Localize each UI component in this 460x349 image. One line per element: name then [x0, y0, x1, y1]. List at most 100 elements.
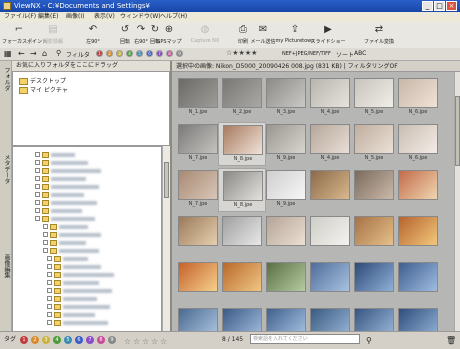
tag-dot[interactable]: 2 — [31, 336, 39, 344]
maximize-button[interactable]: □ — [434, 1, 445, 11]
label-filter-dot[interactable]: 1 — [96, 50, 103, 57]
thumbnail[interactable] — [174, 306, 222, 331]
folder-up-icon[interactable]: ⌂ — [42, 49, 47, 58]
expand-icon[interactable] — [43, 224, 48, 229]
search-input[interactable]: 検索語を入れてください — [250, 334, 360, 344]
thumbnail[interactable]: N_8.jpe — [218, 122, 266, 166]
expand-icon[interactable] — [47, 280, 52, 285]
thumbnail[interactable]: N_5.jpe — [350, 76, 398, 120]
menu-file[interactable]: ファイル(F) — [4, 12, 36, 22]
thumbnail[interactable] — [218, 214, 266, 258]
expand-icon[interactable] — [47, 312, 52, 317]
label-filter-dot[interactable]: 5 — [136, 50, 143, 57]
slideshow-button[interactable]: ▶ スライドショー — [308, 24, 348, 46]
tag-dot[interactable]: 8 — [97, 336, 105, 344]
thumbnail[interactable] — [306, 260, 354, 304]
capture-nx-button[interactable]: ◍ Capture NX — [188, 24, 222, 46]
label-filter-dot[interactable]: 3 — [116, 50, 123, 57]
expand-icon[interactable] — [47, 288, 52, 293]
menu-window[interactable]: ウィンドウ(W) — [120, 12, 161, 22]
tag-dot[interactable]: 7 — [86, 336, 94, 344]
thumbnail[interactable] — [350, 260, 398, 304]
thumbnail[interactable] — [306, 168, 354, 212]
expand-icon[interactable] — [47, 272, 52, 277]
favorites-area[interactable]: デスクトップ マイ ピクチャ — [12, 71, 170, 146]
minimize-button[interactable]: _ — [422, 1, 433, 11]
thumbnail[interactable]: N_4.jpe — [306, 122, 354, 166]
thumbnail[interactable] — [350, 214, 398, 258]
thumbnail[interactable] — [218, 260, 266, 304]
thumbnail[interactable]: N_9.jpe — [262, 122, 310, 166]
image-edit-tab[interactable]: 画像編集 — [0, 246, 12, 331]
favorite-my-pictures[interactable]: マイ ピクチャ — [19, 85, 68, 94]
thumbnail[interactable] — [350, 306, 398, 331]
menu-edit[interactable]: 編集(E) — [38, 12, 58, 22]
expand-icon[interactable] — [47, 304, 52, 309]
rating-star-icon[interactable]: ☆ — [151, 334, 158, 349]
expand-icon[interactable] — [35, 160, 40, 165]
expand-icon[interactable] — [47, 264, 52, 269]
expand-icon[interactable] — [43, 248, 48, 253]
scroll-thumb[interactable] — [164, 162, 169, 198]
expand-icon[interactable] — [35, 200, 40, 205]
thumbnail[interactable]: N_2.jpe — [218, 76, 266, 120]
rating-filter[interactable]: ☆★★★★ — [226, 49, 257, 57]
thumbnail[interactable] — [394, 214, 442, 258]
rating-star-icon[interactable]: ☆ — [142, 334, 149, 349]
thumbnail[interactable] — [306, 214, 354, 258]
thumbnail[interactable]: N_4.jpe — [306, 76, 354, 120]
favorite-desktop[interactable]: デスクトップ — [19, 76, 66, 85]
tag-dot[interactable]: 1 — [20, 336, 28, 344]
menu-view[interactable]: 表示(V) — [94, 12, 115, 22]
expand-icon[interactable] — [43, 240, 48, 245]
thumbnail[interactable] — [218, 306, 266, 331]
expand-icon[interactable] — [47, 296, 52, 301]
thumbnail[interactable] — [262, 214, 310, 258]
thumbnail[interactable] — [394, 168, 442, 212]
focus-point-button[interactable]: ⌐ フォーカスポイント — [2, 24, 47, 46]
metadata-tab[interactable]: メタデータ — [0, 146, 12, 246]
thumbnail[interactable]: N_3.jpe — [262, 76, 310, 120]
format-filter[interactable]: NEF+JPEG/NEF/TIFF — [282, 51, 331, 57]
thumbnail[interactable] — [394, 306, 442, 331]
tag-dot[interactable]: 5 — [64, 336, 72, 344]
rating-star-icon[interactable]: ☆ — [124, 334, 131, 349]
forward-icon[interactable]: → — [30, 49, 37, 58]
thumbnail[interactable]: N_9.jpe — [262, 168, 310, 212]
tag-dot[interactable]: 6 — [75, 336, 83, 344]
tag-dot[interactable]: 9 — [108, 336, 116, 344]
thumbnail[interactable]: N_5.jpe — [350, 122, 398, 166]
label-filter-dot[interactable]: 2 — [106, 50, 113, 57]
thumbnail[interactable] — [394, 260, 442, 304]
thumbnail[interactable] — [350, 168, 398, 212]
label-filter-dot[interactable]: 7 — [156, 50, 163, 57]
thumbnail[interactable] — [174, 260, 222, 304]
thumbnail[interactable] — [306, 306, 354, 331]
sort-key[interactable]: ABC — [354, 50, 366, 57]
grid-view-icon[interactable]: ▦ — [4, 49, 12, 58]
menu-image[interactable]: 画像(I) — [66, 12, 84, 22]
expand-icon[interactable] — [35, 192, 40, 197]
expand-icon[interactable] — [35, 168, 40, 173]
thumbnail[interactable] — [262, 260, 310, 304]
thumbnail[interactable]: N_7.jpe — [174, 122, 222, 166]
menu-help[interactable]: ヘルプ(H) — [160, 12, 187, 22]
thumbnail[interactable]: N_1.jpe — [174, 76, 222, 120]
thumbnail[interactable] — [174, 214, 222, 258]
label-filter-dot[interactable]: 6 — [146, 50, 153, 57]
tag-dot[interactable]: 3 — [42, 336, 50, 344]
rotate-left-button[interactable]: ↶ 左90° — [76, 24, 110, 46]
label-filter-dot[interactable]: 8 — [166, 50, 173, 57]
gps-map-button[interactable]: ⊕ GPSマップ — [152, 24, 186, 46]
shooting-info-button[interactable]: ▤ 撮影情報 — [36, 24, 70, 46]
thumbnail[interactable]: N_6.jpe — [394, 76, 442, 120]
thumbnail[interactable]: N_8.jpe — [218, 168, 266, 212]
expand-icon[interactable] — [35, 176, 40, 181]
expand-icon[interactable] — [35, 152, 40, 157]
rating-star-icon[interactable]: ☆ — [133, 334, 140, 349]
scroll-thumb[interactable] — [455, 96, 460, 166]
folder-tree[interactable] — [12, 146, 162, 332]
expand-icon[interactable] — [35, 184, 40, 189]
label-filter-dot[interactable]: 9 — [176, 50, 183, 57]
folder-tree-scrollbar[interactable] — [162, 146, 170, 332]
